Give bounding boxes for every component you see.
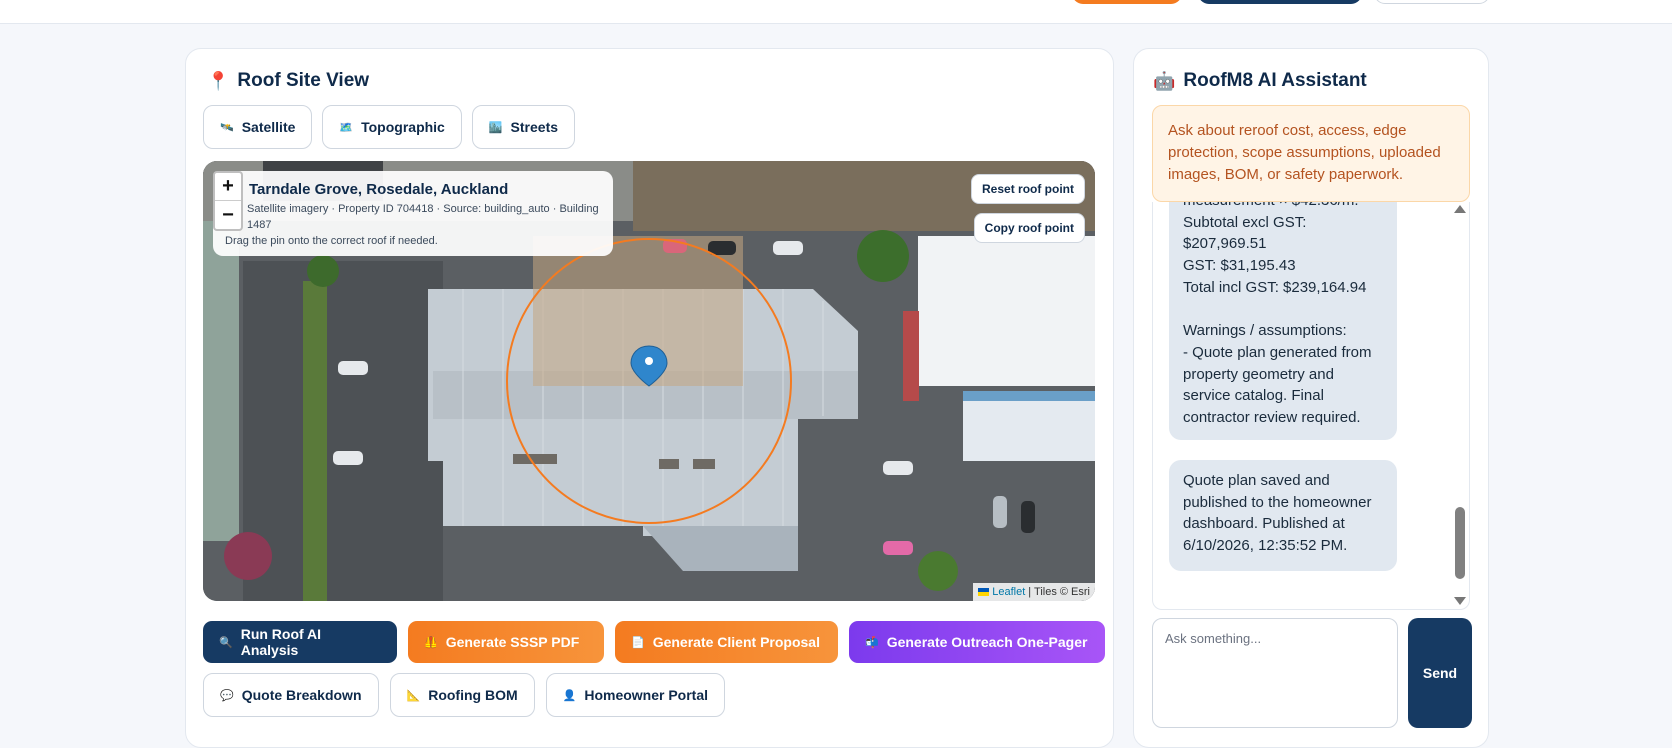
generate-sssp-pdf-label: Generate SSSP PDF [445,634,580,650]
run-roof-ai-analysis-label: Run Roof AI Analysis [240,626,322,658]
assistant-title-text: RoofM8 AI Assistant [1183,70,1367,91]
ruler-icon: 📐 [406,689,421,702]
satellite-icon: 🛰️ [220,121,234,134]
generate-client-proposal-button[interactable]: 📄 Generate Client Proposal [615,621,838,663]
assistant-title: 🤖 RoofM8 AI Assistant [1153,70,1367,92]
tab-topographic-label: Topographic [361,119,445,135]
magnifier-icon: 🔍 [219,636,233,649]
quote-breakdown-button[interactable]: 💬 Quote Breakdown [203,673,379,717]
tiles-credit: | Tiles © Esri [1028,586,1090,598]
chat-history[interactable]: measurement × $42.36/m. Subtotal excl GS… [1152,202,1470,610]
assistant-message: Quote plan saved and published to the ho… [1169,460,1397,571]
top-outline-button[interactable] [1374,0,1490,4]
primary-actions: 🔍 Run Roof AI Analysis 🦺 Generate SSSP P… [203,621,1105,663]
top-orange-button[interactable] [1072,0,1182,4]
safety-vest-icon: 🦺 [424,636,438,649]
generate-outreach-one-pager-button[interactable]: 📬 Generate Outreach One-Pager [849,621,1105,663]
property-meta: Satellite imagery · Property ID 704418 ·… [247,203,599,231]
reset-roof-point-button[interactable]: Reset roof point [971,174,1085,204]
zoom-in-button[interactable]: + [215,173,241,201]
property-info-panel: Tarndale Grove, Rosedale, Auckland Satel… [213,171,613,256]
pin-icon: 📍 [207,71,230,91]
zoom-out-button[interactable]: − [215,201,241,229]
generate-outreach-one-pager-label: Generate Outreach One-Pager [886,634,1088,650]
scroll-up-arrow-icon[interactable] [1454,205,1466,213]
tab-satellite-label: Satellite [241,119,296,135]
top-bar [0,0,1672,24]
mailbox-icon: 📬 [865,636,879,649]
chat-scrollbar-thumb[interactable] [1455,507,1465,579]
satellite-map[interactable]: + − Tarndale Grove, Rosedale, Auckland S… [203,161,1095,601]
copy-roof-point-button[interactable]: Copy roof point [973,213,1085,243]
assistant-message: measurement × $42.36/m. Subtotal excl GS… [1169,202,1397,440]
tab-streets-label: Streets [510,119,559,135]
map-layer-tabs: 🛰️ Satellite 🗺️ Topographic 🏙️ Streets [203,105,576,149]
ai-assistant-card: 🤖 RoofM8 AI Assistant Ask about reroof c… [1133,48,1489,748]
homeowner-portal-label: Homeowner Portal [584,687,709,703]
tab-topographic[interactable]: 🗺️ Topographic [322,105,462,149]
robot-icon: 🤖 [1153,71,1176,91]
ukraine-flag-icon [978,588,990,596]
map-icon: 🗺️ [339,121,354,134]
speech-bubble-icon: 💬 [220,689,234,702]
roofing-bom-button[interactable]: 📐 Roofing BOM [389,673,535,717]
user-icon: 👤 [562,689,577,702]
site-view-title: 📍 Roof Site View [207,70,369,92]
roof-site-view-card: 📍 Roof Site View 🛰️ Satellite 🗺️ Topogra… [185,48,1114,748]
roofing-bom-label: Roofing BOM [428,687,518,703]
drag-pin-hint: Drag the pin onto the correct roof if ne… [225,235,438,247]
send-button[interactable]: Send [1408,618,1472,728]
document-icon: 📄 [631,636,645,649]
run-roof-ai-analysis-button[interactable]: 🔍 Run Roof AI Analysis [203,621,397,663]
secondary-actions: 💬 Quote Breakdown 📐 Roofing BOM 👤 Homeow… [203,673,726,717]
top-navy-button[interactable] [1198,0,1362,4]
tab-satellite[interactable]: 🛰️ Satellite [203,105,313,149]
map-attribution: Leaflet | Tiles © Esri [973,583,1095,601]
generate-client-proposal-label: Generate Client Proposal [652,634,820,650]
zoom-control: + − [213,171,243,231]
assistant-notice: Ask about reroof cost, access, edge prot… [1152,105,1470,202]
scroll-down-arrow-icon[interactable] [1454,597,1466,605]
property-address: Tarndale Grove, Rosedale, Auckland [249,181,509,198]
homeowner-portal-button[interactable]: 👤 Homeowner Portal [545,673,726,717]
site-view-title-text: Roof Site View [237,70,370,91]
ask-input[interactable] [1152,618,1398,728]
generate-sssp-pdf-button[interactable]: 🦺 Generate SSSP PDF [408,621,604,663]
quote-breakdown-label: Quote Breakdown [241,687,362,703]
leaflet-link[interactable]: Leaflet [992,586,1025,598]
tab-streets[interactable]: 🏙️ Streets [471,105,576,149]
city-icon: 🏙️ [488,121,503,134]
